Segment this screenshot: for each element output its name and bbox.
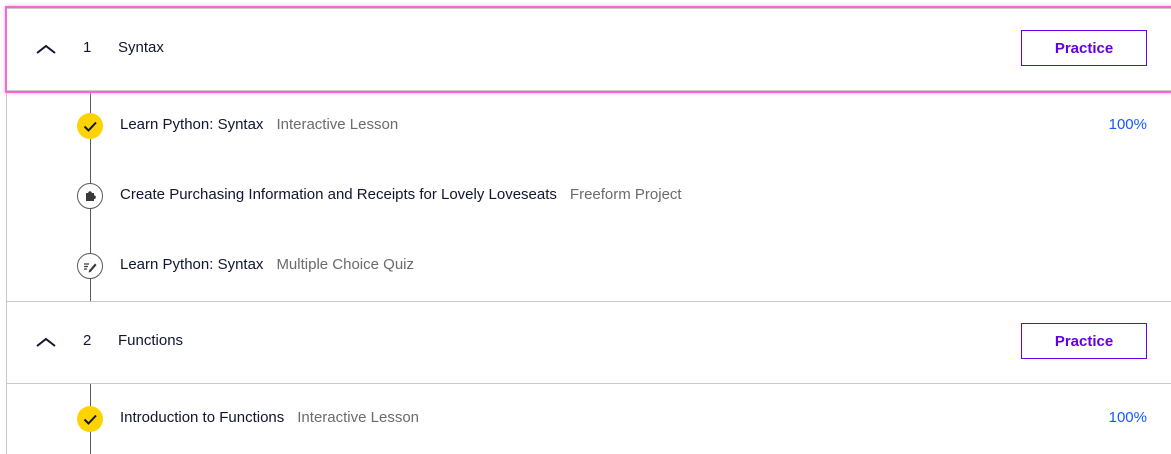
item-title: Introduction to Functions Interactive Les… xyxy=(120,409,419,426)
list-item[interactable]: Learn Python: Syntax Multiple Choice Quiz xyxy=(7,231,1171,301)
module-header-functions[interactable]: 2 Functions Practice xyxy=(7,302,1171,384)
chevron-up-icon[interactable] xyxy=(35,40,57,58)
syllabus-page: 1 Syntax Practice Learn Python: Syntax In… xyxy=(0,0,1171,454)
check-icon xyxy=(77,113,103,139)
chevron-up-icon[interactable] xyxy=(35,333,57,351)
item-progress: 100% xyxy=(1108,116,1147,133)
practice-button[interactable]: Practice xyxy=(1021,30,1147,66)
module-items-syntax: Learn Python: Syntax Interactive Lesson 1… xyxy=(7,91,1171,302)
item-type: Freeform Project xyxy=(569,186,682,203)
item-type: Interactive Lesson xyxy=(276,116,399,133)
list-item[interactable]: Learn Python: Syntax Interactive Lesson 1… xyxy=(7,91,1171,161)
module-header-syntax[interactable]: 1 Syntax Practice xyxy=(7,8,1171,91)
item-progress: 100% xyxy=(1108,409,1147,426)
module-items-functions: Introduction to Functions Interactive Les… xyxy=(7,384,1171,454)
list-item[interactable]: Create Purchasing Information and Receip… xyxy=(7,161,1171,231)
module-title: Syntax xyxy=(118,39,164,56)
item-title: Create Purchasing Information and Receip… xyxy=(120,186,682,203)
item-title: Learn Python: Syntax Multiple Choice Quiz xyxy=(120,256,414,273)
module-syntax: 1 Syntax Practice Learn Python: Syntax In… xyxy=(6,8,1171,302)
list-item[interactable]: Introduction to Functions Interactive Les… xyxy=(7,384,1171,454)
puzzle-icon xyxy=(77,183,103,209)
check-icon xyxy=(77,406,103,432)
item-title-text: Create Purchasing Information and Receip… xyxy=(120,186,557,203)
item-type: Interactive Lesson xyxy=(297,409,420,426)
item-title-text: Introduction to Functions xyxy=(120,409,285,426)
module-number: 2 xyxy=(83,332,92,349)
item-type: Multiple Choice Quiz xyxy=(276,256,414,273)
item-title-text: Learn Python: Syntax xyxy=(120,256,264,273)
practice-button[interactable]: Practice xyxy=(1021,323,1147,359)
quiz-pencil-icon xyxy=(77,253,103,279)
module-functions: 2 Functions Practice Introduction to Fun… xyxy=(6,302,1171,454)
item-title: Learn Python: Syntax Interactive Lesson xyxy=(120,116,398,133)
item-title-text: Learn Python: Syntax xyxy=(120,116,264,133)
module-title: Functions xyxy=(118,332,184,349)
module-number: 1 xyxy=(83,39,92,56)
